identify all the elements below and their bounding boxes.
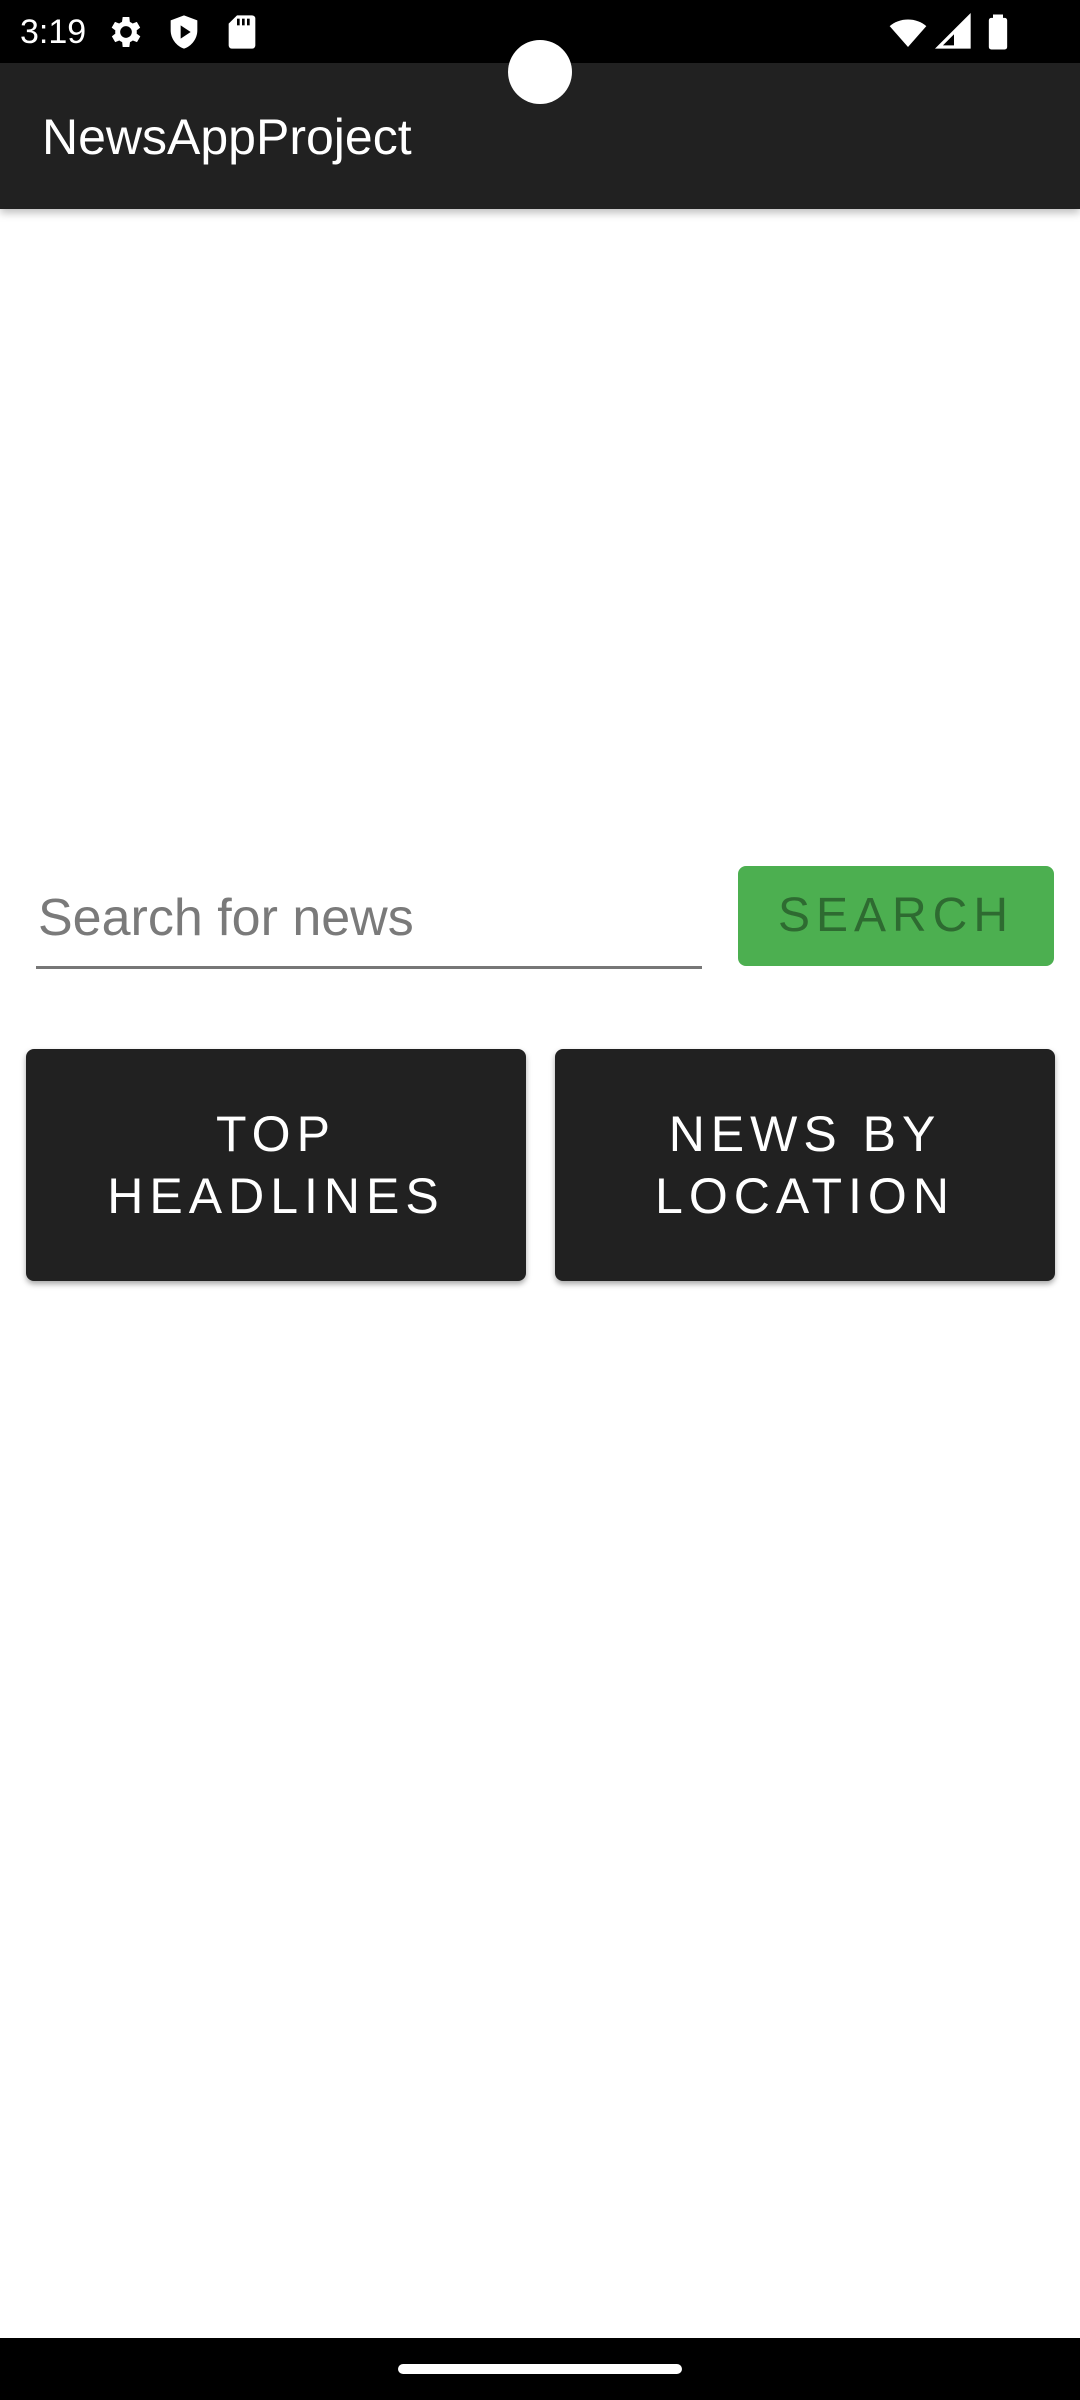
news-by-location-button[interactable]: NEWS BY LOCATION <box>555 1049 1055 1281</box>
wifi-icon <box>888 12 928 52</box>
main-content: SEARCH TOP HEADLINES NEWS BY LOCATION <box>0 209 1080 2338</box>
phone-screen: 3:19 NewsAppProject Search for news SEAR… <box>0 0 1080 2400</box>
camera-cutout <box>508 40 572 104</box>
shield-play-icon <box>164 12 204 52</box>
top-headlines-label: TOP HEADLINES <box>107 1106 445 1224</box>
search-input[interactable] <box>36 869 702 969</box>
top-headlines-button[interactable]: TOP HEADLINES <box>26 1049 526 1281</box>
app-title: NewsAppProject <box>42 109 412 165</box>
sd-card-icon <box>222 12 262 52</box>
cell-signal-icon <box>934 12 974 52</box>
news-by-location-label: NEWS BY LOCATION <box>655 1106 955 1224</box>
gear-icon <box>106 12 146 52</box>
home-gesture-handle[interactable] <box>398 2364 682 2374</box>
status-time: 3:19 <box>20 13 87 51</box>
search-button[interactable]: SEARCH <box>738 866 1054 966</box>
battery-icon <box>978 12 1018 52</box>
navigation-bar <box>0 2338 1080 2400</box>
